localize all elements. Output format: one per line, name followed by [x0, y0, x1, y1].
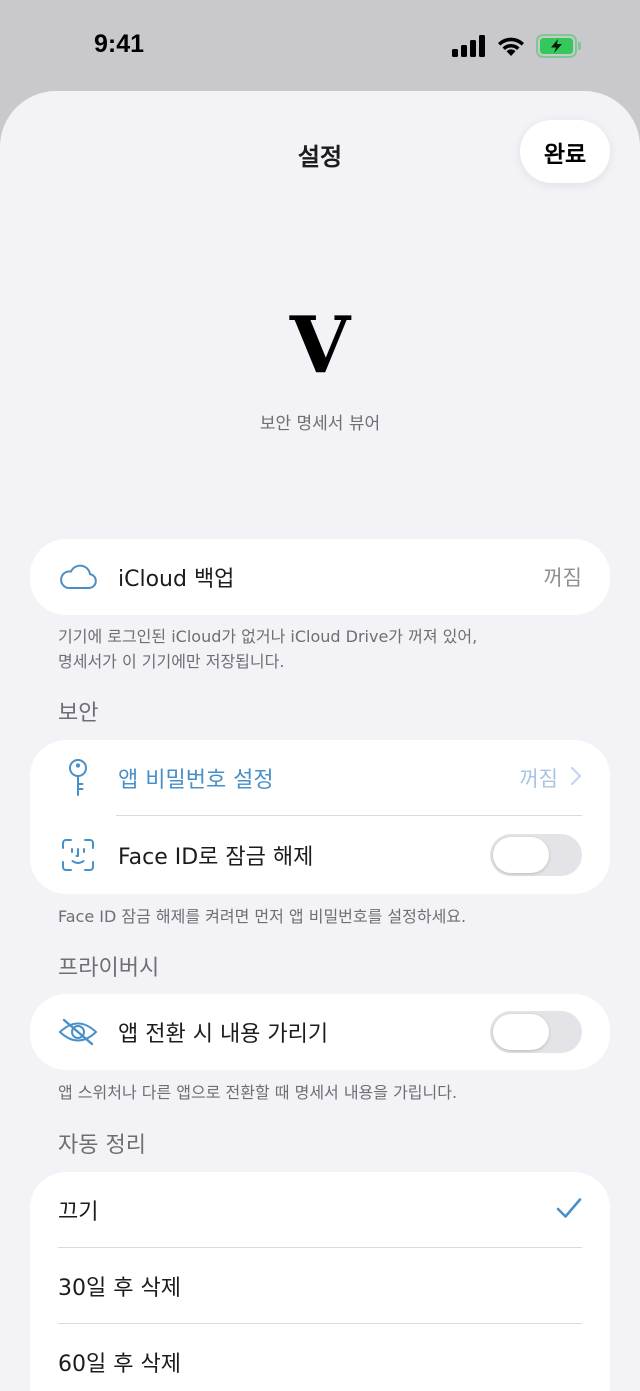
security-card: 앱 비밀번호 설정 꺼짐 Face ID로 잠금 해제: [30, 740, 610, 894]
battery-charging-icon: [536, 34, 582, 62]
icloud-footnote: 기기에 로그인된 iCloud가 없거나 iCloud Drive가 꺼져 있어…: [58, 624, 598, 674]
cloud-icon: [58, 557, 98, 597]
app-subtitle: 보안 명세서 뷰어: [259, 414, 381, 434]
status-bar: 9:41: [0, 0, 640, 92]
icloud-backup-row[interactable]: iCloud 백업 꺼짐: [30, 539, 610, 615]
icloud-footnote-line2: 명세서가 이 기기에만 저장됩니다.: [58, 652, 285, 671]
key-icon: [58, 758, 98, 798]
face-id-icon: [58, 835, 98, 875]
icloud-backup-value: 꺼짐: [543, 566, 582, 590]
auto-cleanup-section-header: 자동 정리: [58, 1133, 146, 1158]
faceid-label: Face ID로 잠금 해제: [118, 845, 314, 870]
privacy-card: 앱 전환 시 내용 가리기: [30, 994, 610, 1070]
security-section-header: 보안: [58, 701, 99, 726]
passcode-row[interactable]: 앱 비밀번호 설정 꺼짐: [30, 740, 610, 816]
done-button[interactable]: 완료: [520, 120, 610, 183]
hide-content-row: 앱 전환 시 내용 가리기: [30, 994, 610, 1070]
security-footnote: Face ID 잠금 해제를 켜려면 먼저 앱 비밀번호를 설정하세요.: [58, 907, 467, 926]
faceid-toggle[interactable]: [490, 834, 582, 876]
icloud-backup-label: iCloud 백업: [118, 567, 235, 592]
checkmark-icon: [556, 1197, 582, 1223]
wifi-icon: [496, 35, 526, 61]
settings-sheet: 설정 완료 V 보안 명세서 뷰어 iCloud 백업 꺼짐 기기에 로그인된 …: [0, 91, 640, 1391]
icloud-card: iCloud 백업 꺼짐: [30, 539, 610, 615]
cleanup-option-label: 60일 후 삭제: [58, 1352, 181, 1377]
passcode-value: 꺼짐: [519, 767, 558, 791]
toggle-knob: [493, 837, 549, 873]
privacy-section-header: 프라이버시: [58, 956, 160, 981]
cleanup-option-label: 30일 후 삭제: [58, 1276, 181, 1301]
hide-content-label: 앱 전환 시 내용 가리기: [118, 1022, 329, 1047]
toggle-knob: [493, 1014, 549, 1050]
cleanup-option-30days[interactable]: 30일 후 삭제: [30, 1248, 610, 1324]
eye-slash-icon: [58, 1012, 98, 1052]
status-time: 9:41: [94, 30, 145, 58]
icloud-footnote-line1: 기기에 로그인된 iCloud가 없거나 iCloud Drive가 꺼져 있어…: [58, 627, 478, 646]
app-logo: V: [289, 300, 351, 391]
privacy-footnote: 앱 스위처나 다른 앱으로 전환할 때 명세서 내용을 가립니다.: [58, 1083, 458, 1102]
cleanup-option-off[interactable]: 끄기: [30, 1172, 610, 1248]
status-icons: [452, 34, 582, 62]
cleanup-option-60days[interactable]: 60일 후 삭제: [30, 1324, 610, 1391]
chevron-right-icon: [570, 766, 582, 790]
passcode-label: 앱 비밀번호 설정: [118, 768, 274, 793]
cleanup-option-label: 끄기: [58, 1200, 99, 1225]
auto-cleanup-card: 끄기 30일 후 삭제 60일 후 삭제: [30, 1172, 610, 1391]
faceid-row: Face ID로 잠금 해제: [30, 816, 610, 894]
cellular-signal-icon: [452, 35, 486, 61]
hide-content-toggle[interactable]: [490, 1011, 582, 1053]
